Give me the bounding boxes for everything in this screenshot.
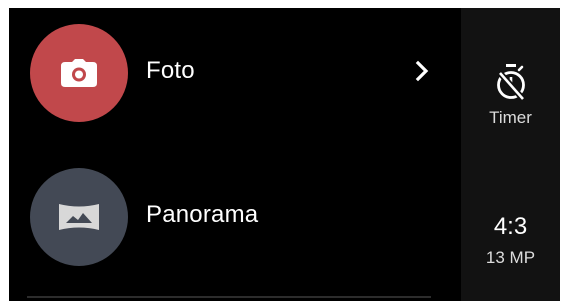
mode-label-panorama: Panorama: [146, 201, 259, 228]
mode-label-foto: Foto: [146, 57, 195, 84]
panorama-mode-circle[interactable]: [30, 168, 128, 266]
mode-item-foto[interactable]: Foto: [9, 24, 461, 124]
camera-icon: [61, 59, 97, 87]
resolution-label: 13 MP: [485, 248, 536, 267]
timer-button[interactable]: Timer: [461, 56, 560, 136]
panorama-icon: [59, 204, 99, 230]
mode-list: Foto Panorama: [9, 8, 461, 301]
camera-mode-screen: Foto Panorama Timer 4:3 13 MP: [9, 8, 560, 301]
timer-label: Timer: [489, 108, 532, 127]
side-panel: Timer 4:3 13 MP: [461, 8, 560, 301]
timer-off-icon: [497, 64, 526, 101]
aspect-ratio-button[interactable]: 4:3 13 MP: [461, 204, 560, 274]
divider: [27, 296, 431, 298]
chevron-right-icon[interactable]: [411, 60, 433, 82]
mode-item-panorama[interactable]: Panorama: [9, 168, 461, 268]
foto-mode-circle[interactable]: [30, 24, 128, 122]
aspect-ratio-value: 4:3: [493, 213, 528, 240]
